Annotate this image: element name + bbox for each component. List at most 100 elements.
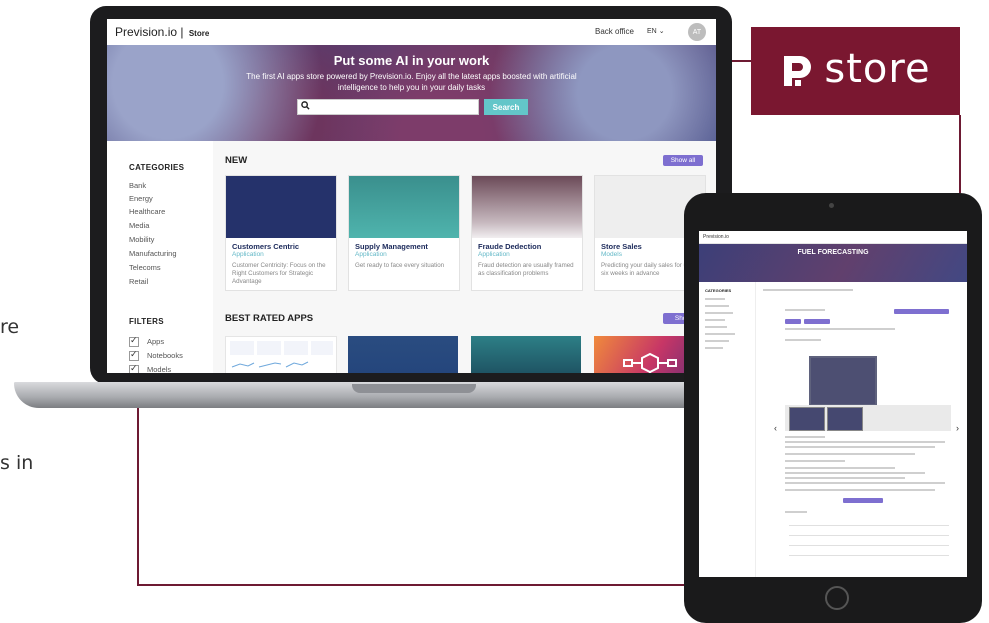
filter-models-label: Models (147, 365, 172, 373)
search-button[interactable]: Search (484, 99, 528, 115)
tablet-brand[interactable]: Prevision.io (703, 234, 729, 240)
card-type: Models (601, 251, 622, 258)
hero-title: Put some AI in your work (333, 53, 490, 68)
filter-apps-checkbox[interactable] (129, 335, 139, 347)
filter-models-checkbox[interactable] (129, 363, 139, 373)
hero-banner: Put some AI in your work The first AI ap… (107, 45, 716, 141)
filters-heading: FILTERS (129, 317, 164, 326)
tablet-thumbnail[interactable] (827, 407, 863, 431)
best-app-card-1[interactable] (225, 336, 337, 373)
app-card[interactable]: Supply Management Application Get ready … (348, 175, 460, 291)
tablet-sidebar-item[interactable] (705, 298, 725, 300)
tablet-tag (804, 319, 830, 324)
tablet-sidebar-item[interactable] (705, 319, 725, 321)
store-badge-text: store (824, 46, 931, 92)
tablet-sidebar-item[interactable] (705, 333, 735, 335)
chevron-left-icon[interactable]: ‹ (774, 423, 777, 433)
tablet-screen: Prevision.io FUEL FORECASTING CATEGORIES… (699, 231, 967, 577)
category-manufacturing[interactable]: Manufacturing (129, 249, 177, 258)
tablet-sidebar-item[interactable] (705, 326, 727, 328)
tablet-text-line (785, 472, 925, 474)
tablet-section-title (785, 339, 821, 341)
tablet-sidebar: CATEGORIES (699, 282, 756, 577)
card-image (349, 176, 459, 238)
tablet-top-bar: Prevision.io (699, 231, 967, 244)
tablet-text-line (785, 467, 895, 469)
tablet-text-line (785, 441, 945, 443)
category-telecoms[interactable]: Telecoms (129, 263, 161, 272)
tablet-categories-heading: CATEGORIES (705, 288, 732, 293)
tablet-sidebar-item[interactable] (705, 305, 729, 307)
connector-line-right (959, 115, 961, 193)
language-value: EN (647, 28, 657, 35)
tablet-text-line (785, 453, 915, 455)
card-image (472, 176, 582, 238)
card-title: Customers Centric (232, 242, 300, 251)
filter-apps-label: Apps (147, 337, 165, 346)
cropped-text-1: re (0, 316, 20, 338)
category-mobility[interactable]: Mobility (129, 235, 154, 244)
tablet-text-line (785, 482, 945, 484)
tablet-table-row[interactable] (789, 549, 949, 556)
tablet-tag (785, 319, 801, 324)
tablet-breadcrumb (763, 289, 853, 291)
laptop-screen: Prevision.io | Store Back office EN ⌄ AT… (107, 19, 716, 373)
tablet-sidebar-item[interactable] (705, 340, 729, 342)
tablet-table-row[interactable] (789, 539, 949, 546)
chevron-down-icon: ⌄ (658, 28, 665, 35)
best-app-card-2[interactable] (348, 336, 458, 373)
top-bar: Prevision.io | Store Back office EN ⌄ AT (107, 19, 716, 46)
brand-logo[interactable]: Prevision.io | Store (115, 25, 209, 39)
card-title: Fraude Dedection (478, 242, 542, 251)
tablet-text-line (785, 446, 935, 448)
best-rated-heading: BEST RATED APPS (225, 313, 314, 324)
tablet-table-row[interactable] (789, 529, 949, 536)
tablet-screenshot-preview[interactable] (809, 356, 877, 406)
new-heading: NEW (225, 155, 248, 166)
tablet-hero-title: FUEL FORECASTING (797, 249, 869, 256)
app-card[interactable]: Customers Centric Application Customer C… (225, 175, 337, 291)
tablet-text-line (785, 328, 895, 330)
user-avatar[interactable]: AT (688, 23, 706, 41)
filter-notebooks-checkbox[interactable] (129, 349, 139, 361)
back-office-link[interactable]: Back office (595, 27, 634, 36)
connector-line-bottom (137, 584, 685, 586)
cropped-text-2: s in (0, 452, 34, 474)
card-description: Get ready to face every situation (355, 262, 445, 269)
app-card[interactable]: Fraude Dedection Application Fraud detec… (471, 175, 583, 291)
tablet-text-line (785, 489, 935, 491)
chevron-right-icon[interactable]: › (956, 423, 959, 433)
card-type: Application (478, 251, 510, 258)
language-select[interactable]: EN ⌄ (647, 27, 665, 35)
tablet-sidebar-item[interactable] (705, 312, 733, 314)
search-icon (301, 101, 310, 110)
chart-thumbnail-icon (230, 341, 333, 368)
card-title: Store Sales (601, 242, 642, 251)
show-all-new-button[interactable]: Show all (663, 155, 703, 166)
category-energy[interactable]: Energy (129, 194, 153, 203)
search-input[interactable] (297, 99, 479, 115)
category-media[interactable]: Media (129, 221, 149, 230)
card-type: Application (355, 251, 387, 258)
tablet-sidebar-item[interactable] (705, 347, 723, 349)
card-description: Customer Centricity: Focus on the Right … (232, 262, 326, 285)
tablet-table-row (789, 519, 949, 526)
tablet-section-title (785, 511, 807, 513)
tablet-home-button[interactable] (825, 586, 849, 610)
tablet-cta-button[interactable] (843, 498, 883, 503)
tablet-launch-button[interactable] (894, 309, 949, 314)
category-retail[interactable]: Retail (129, 277, 148, 286)
tablet-thumbnail[interactable] (789, 407, 825, 431)
category-bank[interactable]: Bank (129, 181, 146, 190)
best-app-card-3[interactable] (471, 336, 581, 373)
hero-subtitle: The first AI apps store powered by Previ… (246, 72, 577, 92)
category-healthcare[interactable]: Healthcare (129, 207, 165, 216)
tablet-text-line (785, 460, 845, 462)
sidebar: CATEGORIES Bank Energy Healthcare Media … (107, 141, 214, 373)
tablet-camera (829, 203, 834, 208)
card-image (226, 176, 336, 238)
filter-notebooks-label: Notebooks (147, 351, 183, 360)
card-title: Supply Management (355, 242, 428, 251)
brand-store: Store (188, 29, 210, 38)
card-type: Application (232, 251, 264, 258)
